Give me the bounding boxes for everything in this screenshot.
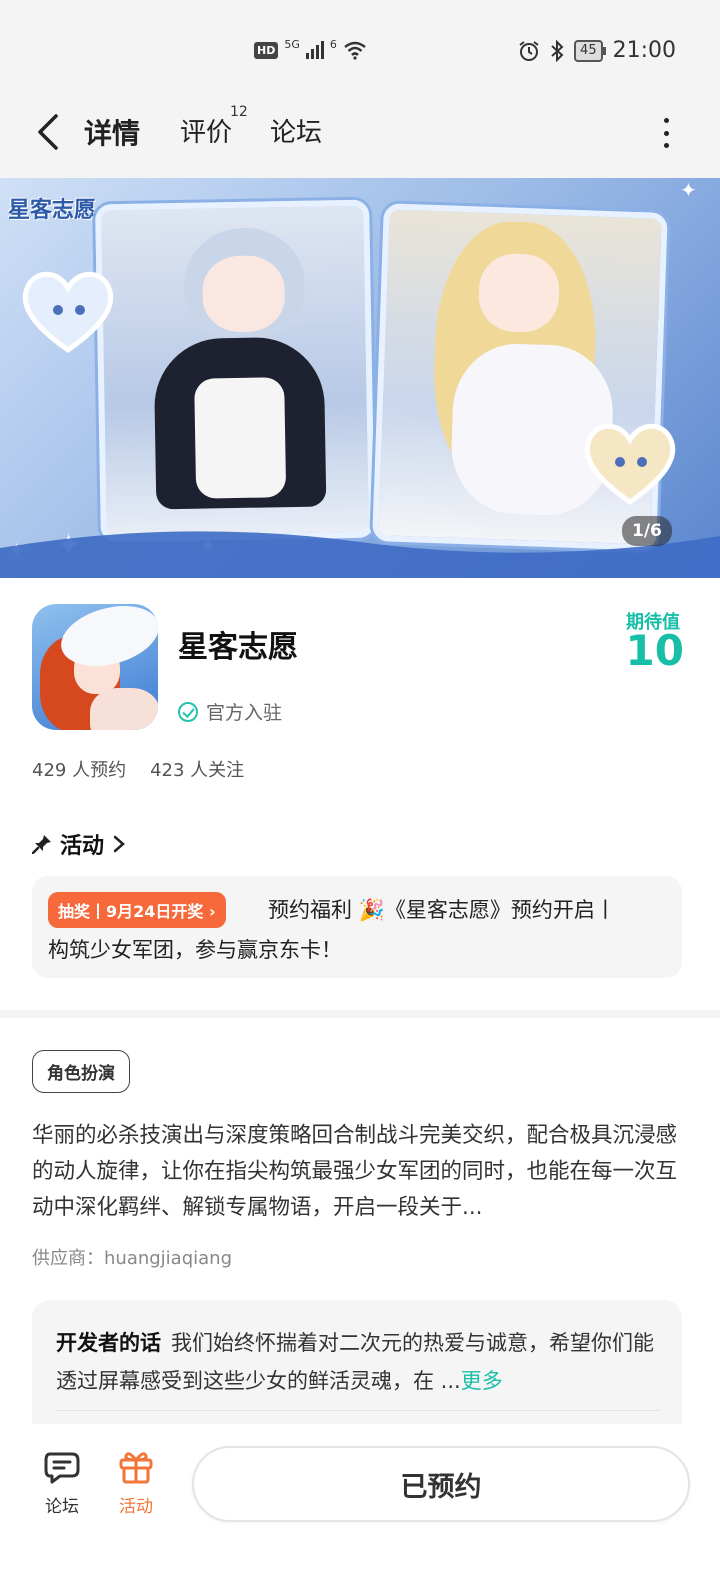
reserved-button[interactable]: 已预约 (192, 1446, 690, 1522)
status-bar: HD 5G 6 45 21:00 (0, 0, 720, 100)
developer-card-divider (56, 1410, 660, 1411)
activity-card[interactable]: 抽奖丨9月24日开奖 › 预约福利 🎉《星客志愿》预约开启丨 构筑少女军团，参与… (32, 876, 682, 978)
tab-forum-label: 论坛 (270, 118, 323, 148)
activity-section-header[interactable]: 活动 (32, 828, 126, 860)
banner-character-frame-1 (95, 199, 375, 543)
bottom-nav-forum-label: 论坛 (45, 1497, 79, 1517)
chevron-right-icon (113, 835, 125, 853)
more-link[interactable]: 更多 (461, 1369, 503, 1393)
pin-icon (32, 835, 51, 854)
sparkle-icon: ✦ (680, 178, 697, 202)
reserve-count: 429 人预约 (32, 760, 127, 781)
bottom-nav-activity-label: 活动 (119, 1497, 153, 1517)
signal-icon (305, 41, 324, 59)
developer-note-title: 开发者的话 (56, 1331, 161, 1355)
supplier-info: 供应商：huangjiaqiang (32, 1248, 233, 1269)
wifi-icon (344, 41, 366, 60)
app-name: 星客志愿 (178, 630, 298, 665)
tab-review-badge: 12 (230, 104, 248, 120)
game-description[interactable]: 华丽的必杀技演出与深度策略回合制战斗完美交织，配合极具沉浸感的动人旋律，让你在指… (32, 1118, 682, 1226)
tab-detail-label: 详情 (84, 117, 141, 150)
tab-review-label: 评价 (180, 118, 233, 148)
bottom-action-bar: 论坛 活动 已预约 (0, 1424, 720, 1584)
status-time: 21:00 (612, 38, 676, 63)
section-divider (0, 1010, 720, 1018)
genre-tag[interactable]: 角色扮演 (32, 1050, 130, 1093)
verified-label: 官方入驻 (206, 702, 283, 724)
back-icon[interactable] (34, 112, 62, 152)
verified-check-icon (178, 701, 198, 722)
tab-detail[interactable]: 详情 (80, 112, 145, 152)
banner-wave (0, 531, 720, 578)
network-type: 5G (284, 37, 300, 51)
wifi-badge: 6 (329, 37, 337, 51)
activity-section-title: 活动 (60, 834, 105, 859)
developer-note-card[interactable]: 开发者的话 我们始终怀揣着对二次元的热爱与诚意，希望你们能透过屏幕感受到这些少女的… (32, 1300, 682, 1440)
expectation-value: 10 (625, 626, 684, 675)
alarm-icon (519, 40, 539, 61)
battery-icon: 45 (574, 39, 606, 62)
lottery-tag[interactable]: 抽奖丨9月24日开奖 › (48, 892, 226, 928)
status-signal-group: HD 5G 6 (254, 37, 367, 60)
status-right-group: 45 21:00 (518, 38, 676, 63)
activity-text-line-2: 构筑少女军团，参与赢京东卡！ (48, 938, 342, 962)
tab-review[interactable]: 评价 12 (180, 104, 248, 149)
heart-portrait-icon (22, 271, 114, 354)
carousel-pager: 1/6 (622, 516, 672, 546)
bottom-nav-activity[interactable]: 活动 (106, 1446, 166, 1517)
hd-badge: HD (254, 41, 279, 59)
bluetooth-icon (551, 39, 564, 62)
more-options-icon[interactable] (660, 118, 672, 148)
app-icon (32, 604, 158, 730)
gift-icon (119, 1452, 153, 1484)
official-verified: 官方入驻 (178, 698, 282, 725)
developer-note: 开发者的话 我们始终怀揣着对二次元的热爱与诚意，希望你们能透过屏幕感受到这些少女的… (56, 1324, 662, 1400)
bottom-nav-forum[interactable]: 论坛 (32, 1446, 92, 1517)
screenshot-carousel[interactable]: 星客志愿 ✦ ✦ ✦ ✦ 1/6 (0, 178, 720, 578)
tab-forum[interactable]: 论坛 (270, 112, 322, 149)
banner-logo: 星客志愿 (8, 197, 97, 223)
follow-count: 423 人关注 (150, 760, 245, 781)
top-nav-bar: 详情 评价 12 论坛 (0, 100, 720, 178)
forum-chat-icon (44, 1452, 80, 1484)
stats-row: 429 人预约 423 人关注 (32, 756, 244, 782)
heart-portrait-icon (584, 423, 676, 506)
activity-text-line-1: 预约福利 🎉《星客志愿》预约开启丨 (268, 898, 616, 922)
